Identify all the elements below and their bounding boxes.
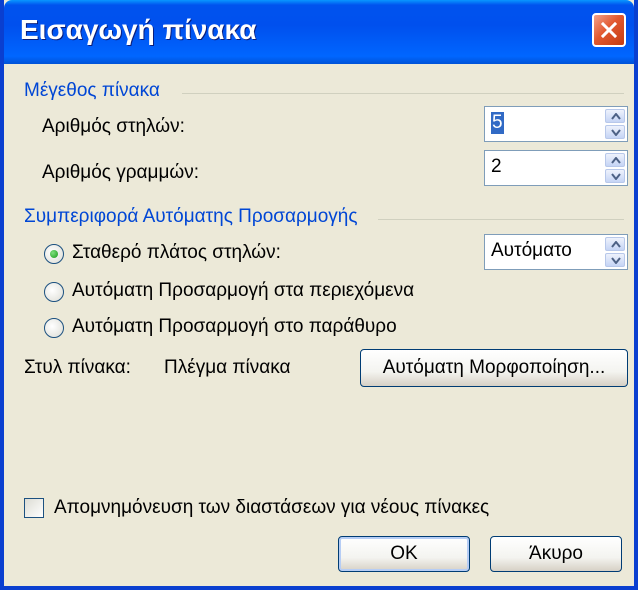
group-divider	[378, 219, 624, 220]
fixed-width-value[interactable]: Αυτόματο	[491, 240, 572, 262]
spin-down-button[interactable]	[605, 125, 625, 139]
cancel-button-label: Άκυρο	[529, 543, 583, 564]
ok-button-label: OK	[390, 543, 418, 564]
spin-down-button[interactable]	[605, 253, 625, 267]
spin-up-icon	[611, 241, 621, 248]
spin-down-button[interactable]	[605, 169, 625, 183]
cancel-button[interactable]: Άκυρο	[490, 536, 622, 572]
autofit-window-label[interactable]: Αυτόματη Προσαρμογή στο παράθυρο	[72, 316, 397, 338]
columns-label: Αριθμός στηλών:	[42, 116, 185, 137]
spin-up-button[interactable]	[605, 153, 625, 167]
autofit-contents-radio[interactable]	[44, 282, 64, 302]
autofit-contents-label[interactable]: Αυτόματη Προσαρμογή στα περιεχόμενα	[72, 280, 414, 302]
title-bar[interactable]: Εισαγωγή πίνακα	[4, 0, 634, 64]
spin-up-icon	[611, 157, 621, 164]
remember-dimensions-checkbox[interactable]	[24, 498, 44, 518]
insert-table-dialog: Εισαγωγή πίνακα Μέγεθος πίνακα Αριθμός σ…	[0, 0, 638, 590]
autofit-window-radio[interactable]	[44, 318, 64, 338]
columns-spinner[interactable]: 5	[484, 106, 628, 142]
spin-up-icon	[611, 113, 621, 120]
fixed-width-spinner[interactable]: Αυτόματο	[484, 234, 628, 270]
close-icon	[600, 21, 618, 39]
spin-down-icon	[611, 257, 621, 264]
spin-down-icon	[611, 129, 621, 136]
fixed-width-radio[interactable]	[44, 244, 64, 264]
dialog-title: Εισαγωγή πίνακα	[20, 14, 257, 45]
table-style-label: Στυλ πίνακα:	[24, 357, 131, 378]
fixed-width-label[interactable]: Σταθερό πλάτος στηλών:	[72, 242, 281, 264]
rows-spinner[interactable]: 2	[484, 150, 628, 186]
autofit-group-label: Συμπεριφορά Αυτόματης Προσαρμογής	[24, 206, 358, 227]
group-divider	[182, 93, 624, 94]
autoformat-button[interactable]: Αυτόματη Μορφοποίηση...	[360, 349, 628, 387]
table-style-value: Πλέγμα πίνακα	[164, 357, 291, 378]
table-size-group-label: Μέγεθος πίνακα	[24, 80, 160, 101]
ok-button[interactable]: OK	[338, 536, 470, 572]
rows-label: Αριθμός γραμμών:	[42, 162, 200, 183]
rows-value[interactable]: 2	[491, 156, 502, 178]
autoformat-button-label: Αυτόματη Μορφοποίηση...	[382, 357, 606, 378]
spin-down-icon	[611, 173, 621, 180]
columns-value[interactable]: 5	[491, 112, 504, 134]
close-button[interactable]	[592, 13, 626, 47]
spin-up-button[interactable]	[605, 109, 625, 123]
spin-up-button[interactable]	[605, 237, 625, 251]
remember-dimensions-label[interactable]: Απομνημόνευση των διαστάσεων για νέους π…	[54, 497, 489, 519]
